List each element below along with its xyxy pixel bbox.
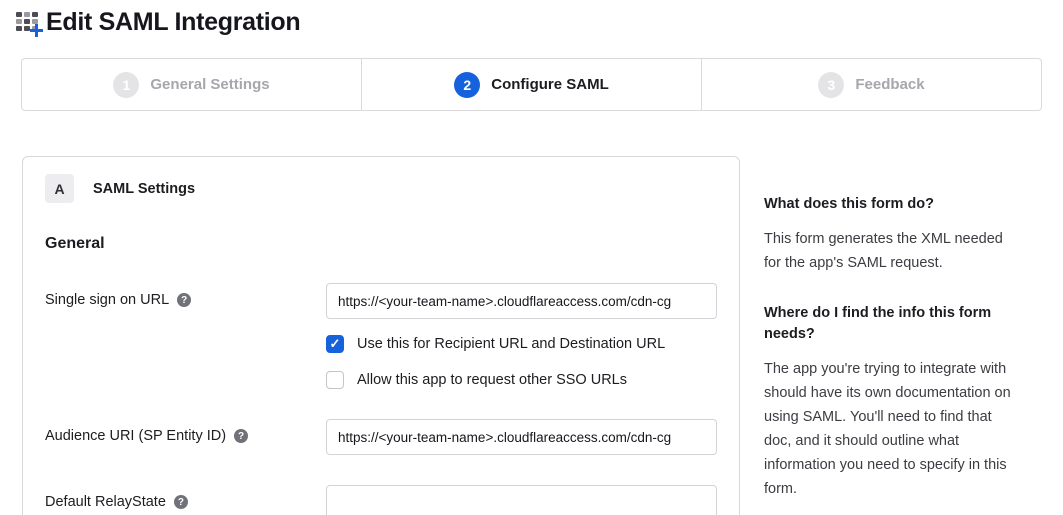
relay-state-label: Default RelayState [45, 494, 166, 510]
field-row-audience-uri: Audience URI (SP Entity ID) ? [45, 419, 717, 455]
step-feedback[interactable]: 3 Feedback [701, 59, 1041, 110]
app-grid-add-icon [16, 9, 43, 36]
step-label: Configure SAML [491, 76, 609, 93]
other-sso-checkbox-label: Allow this app to request other SSO URLs [357, 372, 627, 388]
step-number-badge: 1 [113, 72, 139, 98]
plus-icon [30, 24, 43, 37]
main-content: A SAML Settings General Single sign on U… [22, 156, 1063, 515]
help-heading: Where do I find the info this form needs… [764, 303, 1016, 344]
section-letter-badge: A [45, 174, 74, 203]
help-panel: What does this form do? This form genera… [764, 156, 1016, 515]
step-configure-saml[interactable]: 2 Configure SAML [361, 59, 701, 110]
step-label: General Settings [150, 76, 269, 93]
wizard-steps-bar: 1 General Settings 2 Configure SAML 3 Fe… [21, 58, 1042, 111]
help-section: What does this form do? This form genera… [764, 194, 1016, 275]
step-label: Feedback [855, 76, 924, 93]
saml-settings-card: A SAML Settings General Single sign on U… [22, 156, 740, 515]
field-row-relay-state: Default RelayState ? If no value is set,… [45, 485, 717, 515]
audience-uri-input[interactable] [326, 419, 717, 455]
step-general-settings[interactable]: 1 General Settings [22, 59, 361, 110]
page-header: Edit SAML Integration [0, 0, 1063, 37]
other-sso-checkbox[interactable] [326, 371, 344, 389]
recipient-url-checkbox-row[interactable]: Use this for Recipient URL and Destinati… [326, 335, 717, 353]
field-row-sso-url: Single sign on URL ? Use this for Recipi… [45, 283, 717, 389]
group-title-general: General [45, 235, 717, 253]
recipient-url-checkbox-label: Use this for Recipient URL and Destinati… [357, 336, 665, 352]
sso-url-input[interactable] [326, 283, 717, 319]
relay-state-help-icon[interactable]: ? [174, 495, 188, 509]
section-header: A SAML Settings [45, 174, 717, 203]
step-number-badge: 2 [454, 72, 480, 98]
help-body: The app you're trying to integrate with … [764, 357, 1016, 501]
other-sso-checkbox-row[interactable]: Allow this app to request other SSO URLs [326, 371, 717, 389]
section-title: SAML Settings [93, 181, 195, 197]
help-body: This form generates the XML needed for t… [764, 227, 1016, 275]
step-number-badge: 3 [818, 72, 844, 98]
relay-state-input[interactable] [326, 485, 717, 515]
help-heading: What does this form do? [764, 194, 1016, 214]
page-title: Edit SAML Integration [46, 8, 300, 37]
sso-url-label: Single sign on URL [45, 292, 169, 308]
audience-uri-help-icon[interactable]: ? [234, 429, 248, 443]
help-section: Where do I find the info this form needs… [764, 303, 1016, 501]
audience-uri-label: Audience URI (SP Entity ID) [45, 428, 226, 444]
sso-url-help-icon[interactable]: ? [177, 293, 191, 307]
recipient-url-checkbox[interactable] [326, 335, 344, 353]
